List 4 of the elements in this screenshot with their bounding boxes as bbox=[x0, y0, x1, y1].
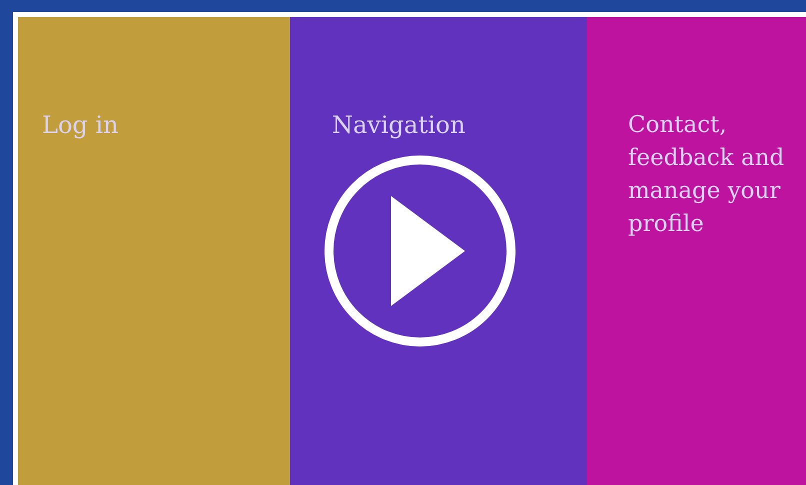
panel-title: Contact, feedback and manage your profile bbox=[628, 111, 786, 239]
play-button[interactable] bbox=[323, 154, 517, 348]
panel-title: Log in bbox=[42, 110, 120, 141]
panel-title: Navigation bbox=[332, 110, 466, 141]
